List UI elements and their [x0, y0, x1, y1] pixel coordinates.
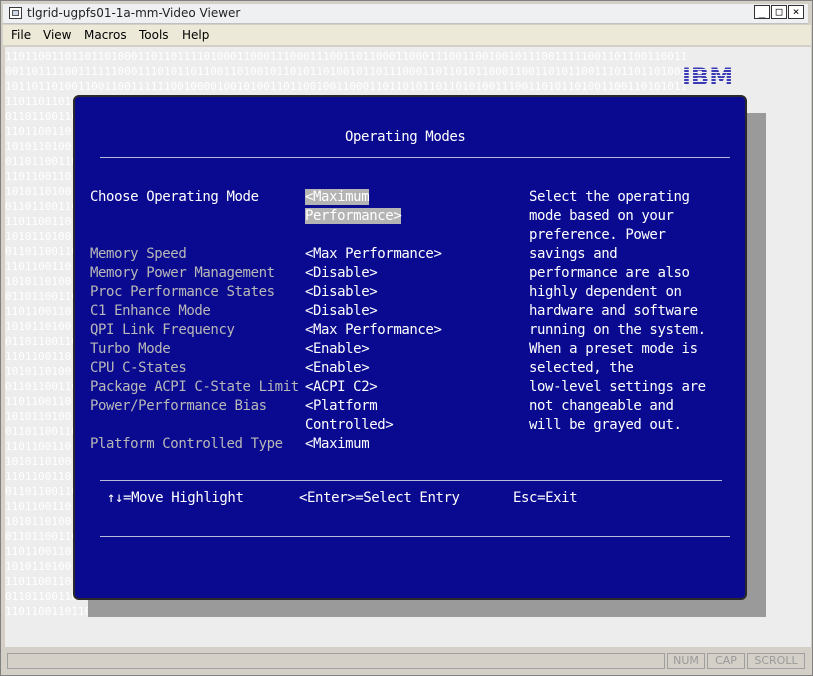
setting-value[interactable]: <Max Performance> — [305, 322, 442, 338]
title-divider — [100, 157, 730, 158]
help-line: highly dependent on — [529, 284, 682, 300]
close-button[interactable]: × — [788, 5, 804, 19]
setting-value-continued[interactable]: Controlled> — [305, 417, 394, 433]
help-line: running on the system. — [529, 322, 706, 338]
ibm-logo: IBM — [682, 64, 733, 88]
footer-select-hint: <Enter>=Select Entry — [299, 490, 460, 506]
help-line: not changeable and — [529, 398, 674, 414]
setting-value[interactable]: <Enable> — [305, 341, 370, 357]
setting-value[interactable]: <Maximum — [305, 189, 370, 205]
caps-lock-indicator: CAP — [707, 653, 745, 669]
setting-value[interactable]: <Enable> — [305, 360, 370, 376]
setting-label: Package ACPI C-State Limit — [90, 379, 299, 395]
setting-label: Proc Performance States — [90, 284, 275, 300]
setting-label: Platform Controlled Type — [90, 436, 283, 452]
menu-view[interactable]: View — [43, 28, 71, 42]
setting-value[interactable]: <Platform — [305, 398, 378, 414]
setting-value[interactable]: <Maximum — [305, 436, 370, 452]
setting-label: C1 Enhance Mode — [90, 303, 211, 319]
maximize-button[interactable]: □ — [771, 5, 787, 19]
help-line: When a preset mode is — [529, 341, 698, 357]
menu-macros[interactable]: Macros — [84, 28, 127, 42]
footer-divider-bottom — [100, 536, 730, 537]
status-message — [7, 653, 665, 669]
window-title: tlgrid-ugpfs01-1a-mm-Video Viewer — [27, 6, 241, 20]
setting-value[interactable]: <Disable> — [305, 303, 378, 319]
setting-label: Turbo Mode — [90, 341, 171, 357]
menu-help[interactable]: Help — [182, 28, 209, 42]
minimize-button[interactable]: _ — [754, 5, 770, 19]
svg-text:IBM: IBM — [682, 64, 733, 88]
setting-label: QPI Link Frequency — [90, 322, 235, 338]
footer-exit-hint: Esc=Exit — [513, 490, 578, 506]
num-lock-indicator: NUM — [667, 653, 705, 669]
window-controls: _ □ × — [754, 5, 804, 19]
help-line: will be grayed out. — [529, 417, 682, 433]
setting-value-continued[interactable]: Performance> — [305, 208, 402, 224]
setting-value[interactable]: <Disable> — [305, 265, 378, 281]
help-line: Select the operating — [529, 189, 690, 205]
setting-label: Memory Power Management — [90, 265, 275, 281]
footer-divider-top — [100, 480, 722, 481]
setting-label: CPU C-States — [90, 360, 187, 376]
video-viewer-window: tlgrid-ugpfs01-1a-mm-Video Viewer _ □ × … — [0, 0, 813, 676]
help-line: preference. Power — [529, 227, 666, 243]
scroll-lock-indicator: SCROLL — [747, 653, 805, 669]
setting-value[interactable]: <ACPI C2> — [305, 379, 378, 395]
setting-label: Choose Operating Mode — [90, 189, 259, 205]
setting-value[interactable]: <Max Performance> — [305, 246, 442, 262]
setting-label: Power/Performance Bias — [90, 398, 267, 414]
remote-console-screen[interactable]: 1101100110110110100011011011110100011000… — [5, 47, 811, 647]
title-bar[interactable]: tlgrid-ugpfs01-1a-mm-Video Viewer _ □ × — [3, 4, 808, 24]
menu-tools[interactable]: Tools — [139, 28, 169, 42]
help-line: performance are also — [529, 265, 690, 281]
page-title: Operating Modes — [345, 129, 466, 145]
setting-label: Memory Speed — [90, 246, 187, 262]
app-icon — [9, 7, 22, 19]
help-line: hardware and software — [529, 303, 698, 319]
help-line: selected, the — [529, 360, 634, 376]
status-bar: NUM CAP SCROLL — [3, 649, 811, 673]
help-line: low-level settings are — [529, 379, 706, 395]
bios-setup-panel: Operating Modes Choose Operating Mode <Ma… — [73, 95, 747, 600]
menu-file[interactable]: File — [11, 28, 31, 42]
setting-value[interactable]: <Disable> — [305, 284, 378, 300]
help-line: savings and — [529, 246, 618, 262]
help-line: mode based on your — [529, 208, 674, 224]
menu-bar: File View Macros Tools Help — [3, 25, 811, 45]
footer-move-hint: ↑↓=Move Highlight — [107, 490, 244, 506]
